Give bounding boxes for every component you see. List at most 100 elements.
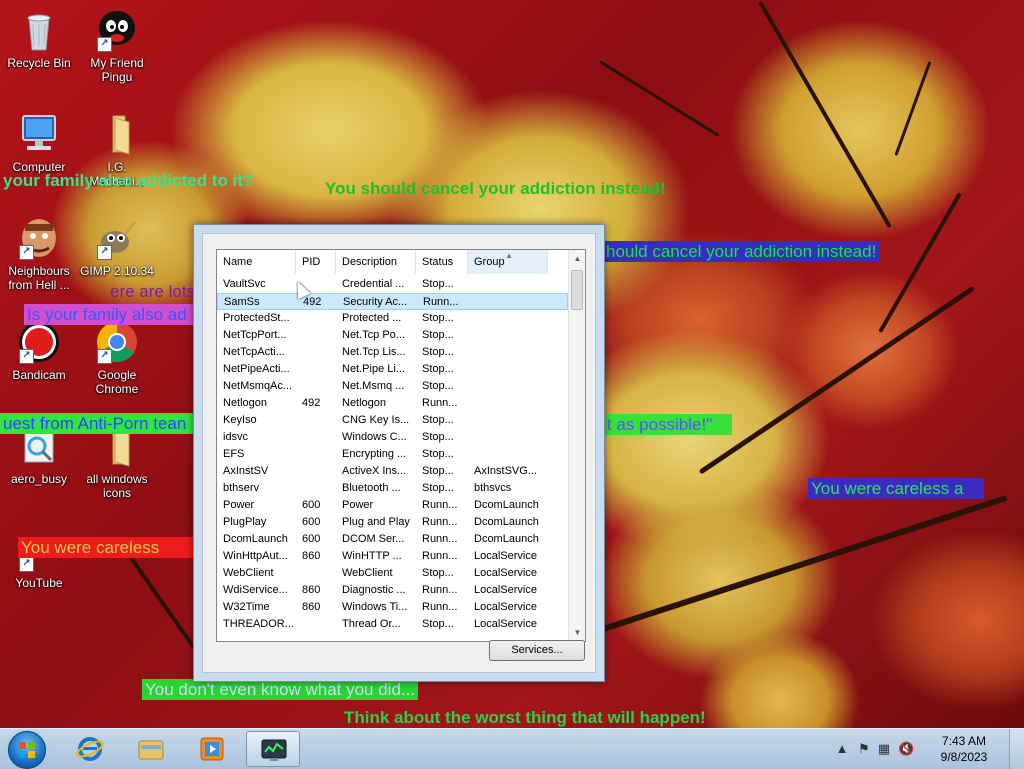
service-status-cell: Stop...: [422, 329, 454, 341]
column-header-status[interactable]: Status: [416, 250, 468, 274]
service-description-cell: Encrypting ...: [342, 448, 407, 460]
service-description-cell: CNG Key Is...: [342, 414, 410, 426]
clock-time: 7:43 AM: [941, 734, 987, 748]
service-description-cell: Net.Tcp Po...: [342, 329, 405, 341]
desktop-icon-computer[interactable]: Computer: [0, 112, 78, 174]
service-pid-cell: 492: [302, 397, 321, 409]
desktop-icon-google-chrome[interactable]: ↗ Google Chrome: [78, 320, 156, 396]
popup-banner: You don't even know what you did...: [142, 679, 419, 700]
service-row[interactable]: DcomLaunch 600 DCOM Ser... Runn... DcomLaunc…: [217, 531, 568, 548]
service-status-cell: Runn...: [422, 516, 458, 528]
service-row[interactable]: NetPipeActi... Net.Pipe Li... Stop...: [217, 361, 568, 378]
desktop-icon-recycle-bin[interactable]: Recycle Bin: [0, 8, 78, 70]
column-header-name[interactable]: Name: [217, 250, 296, 274]
service-row[interactable]: ProtectedSt... Protected ... Stop...: [217, 310, 568, 327]
service-status-cell: Runn...: [422, 584, 458, 596]
network-icon[interactable]: ▦: [876, 741, 892, 757]
service-status-cell: Runn...: [422, 601, 458, 613]
service-name-cell: NetMsmqAc...: [223, 380, 293, 392]
volume-muted-icon[interactable]: 🔇: [898, 741, 914, 757]
service-row[interactable]: Power 600 Power Runn... DcomLaunch: [217, 497, 568, 514]
scroll-down-button[interactable]: ▼: [569, 624, 585, 641]
service-row[interactable]: KeyIso CNG Key Is... Stop...: [217, 412, 568, 429]
service-row[interactable]: NetTcpActi... Net.Tcp Lis... Stop...: [217, 344, 568, 361]
service-group-cell: LocalService: [474, 550, 537, 562]
popup-banner: Is your family also ad: [24, 304, 198, 325]
service-status-cell: Stop...: [422, 448, 454, 460]
taskbar: ▲ ⚑ ▦ 🔇 7:43 AM 9/8/2023: [0, 728, 1024, 769]
service-description-cell: WinHTTP ...: [342, 550, 402, 562]
service-row[interactable]: bthserv Bluetooth ... Stop... bthsvcs: [217, 480, 568, 497]
column-header-group[interactable]: Group ▲: [468, 250, 548, 274]
windows-logo-icon: [19, 742, 35, 758]
service-pid-cell: 492: [303, 296, 322, 308]
column-header-description[interactable]: Description: [336, 250, 416, 274]
taskbar-task-manager[interactable]: [246, 731, 300, 767]
desktop-icon-my-friend-pingu[interactable]: ↗ My Friend Pingu: [78, 8, 156, 84]
service-row[interactable]: NetTcpPort... Net.Tcp Po... Stop...: [217, 327, 568, 344]
clock[interactable]: 7:43 AM 9/8/2023: [934, 733, 994, 765]
service-status-cell: Runn...: [422, 550, 458, 562]
service-description-cell: ActiveX Ins...: [342, 465, 407, 477]
popup-banner: t as possible!": [604, 414, 732, 435]
desktop-icon-neighbours[interactable]: ↗ Neighbours from Hell ...: [0, 216, 78, 292]
service-status-cell: Stop...: [422, 312, 454, 324]
service-row[interactable]: SamSs 492 Security Ac... Runn...: [217, 293, 568, 310]
desktop-icon-gimp[interactable]: ↗ GIMP 2.10.34: [78, 216, 156, 278]
service-description-cell: Power: [342, 499, 374, 511]
recycle-bin-icon: [17, 8, 61, 52]
service-row[interactable]: PlugPlay 600 Plug and Play Runn... DcomLaunc…: [217, 514, 568, 531]
service-group-cell: LocalService: [474, 584, 537, 596]
service-description-cell: Thread Or...: [342, 618, 401, 630]
scroll-up-button[interactable]: ▲: [569, 250, 585, 267]
show-hidden-icons-arrow[interactable]: ▲: [834, 741, 850, 757]
vertical-scrollbar[interactable]: ▲ ▼: [568, 250, 585, 641]
service-row[interactable]: WinHttpAut... 860 WinHTTP ... Runn... LocalS…: [217, 548, 568, 565]
services-tab-panel: Name PID Description Status Group ▲ Vaul…: [202, 233, 596, 673]
shortcut-arrow-icon: ↗: [97, 37, 112, 52]
service-name-cell: WebClient: [223, 567, 274, 579]
desktop-icon-bandicam[interactable]: ↗ Bandicam: [0, 320, 78, 382]
taskbar-internet-explorer[interactable]: [63, 731, 117, 767]
service-row[interactable]: W32Time 860 Windows Ti... Runn... LocalServi…: [217, 599, 568, 616]
start-button[interactable]: [8, 731, 46, 769]
service-row[interactable]: Netlogon 492 Netlogon Runn...: [217, 395, 568, 412]
task-manager-icon: [261, 739, 287, 761]
service-row[interactable]: WdiService... 860 Diagnostic ... Runn... Loc…: [217, 582, 568, 599]
services-list[interactable]: Name PID Description Status Group ▲ Vaul…: [216, 249, 586, 642]
column-header-pid[interactable]: PID: [296, 250, 336, 274]
service-name-cell: KeyIso: [223, 414, 257, 426]
desktop[interactable]: Recycle Bin ↗ My Friend Pingu Computer I…: [0, 0, 1024, 728]
service-name-cell: Power: [223, 499, 255, 511]
sort-ascending-icon: ▲: [505, 251, 513, 260]
chrome-icon: ↗: [95, 320, 139, 364]
service-name-cell: AxInstSV: [223, 465, 269, 477]
service-name-cell: idsvc: [223, 431, 249, 443]
service-pid-cell: 860: [302, 584, 321, 596]
service-row[interactable]: NetMsmqAc... Net.Msmq ... Stop...: [217, 378, 568, 395]
service-row[interactable]: VaultSvc Credential ... Stop...: [217, 276, 568, 293]
service-group-cell: DcomLaunch: [474, 533, 539, 545]
service-name-cell: W32Time: [223, 601, 270, 613]
service-row[interactable]: AxInstSV ActiveX Ins... Stop... AxInstSVG..…: [217, 463, 568, 480]
scrollbar-thumb[interactable]: [571, 270, 583, 310]
task-manager-window[interactable]: Name PID Description Status Group ▲ Vaul…: [193, 224, 605, 682]
service-name-cell: WdiService...: [223, 584, 288, 596]
service-status-cell: Stop...: [422, 618, 454, 630]
service-row[interactable]: EFS Encrypting ... Stop...: [217, 446, 568, 463]
service-name-cell: ProtectedSt...: [223, 312, 290, 324]
service-group-cell: LocalService: [474, 601, 537, 613]
desktop-icon-all-windows-icons[interactable]: all windows icons: [78, 424, 156, 500]
popup-banner: Think about the worst thing that will ha…: [344, 708, 706, 727]
taskbar-windows-explorer[interactable]: [124, 731, 178, 767]
action-center-flag-icon[interactable]: ⚑: [856, 741, 872, 757]
service-name-cell: SamSs: [224, 296, 260, 308]
neighbour-game-icon: ↗: [17, 216, 61, 260]
show-desktop-button[interactable]: [1009, 729, 1024, 769]
service-row[interactable]: idsvc Windows C... Stop...: [217, 429, 568, 446]
desktop-icon-label: My Friend Pingu: [90, 56, 144, 84]
taskbar-media-player[interactable]: [185, 731, 239, 767]
service-row[interactable]: THREADOR... Thread Or... Stop... LocalServi…: [217, 616, 568, 633]
services-button[interactable]: Services...: [489, 640, 585, 661]
service-row[interactable]: WebClient WebClient Stop... LocalService: [217, 565, 568, 582]
